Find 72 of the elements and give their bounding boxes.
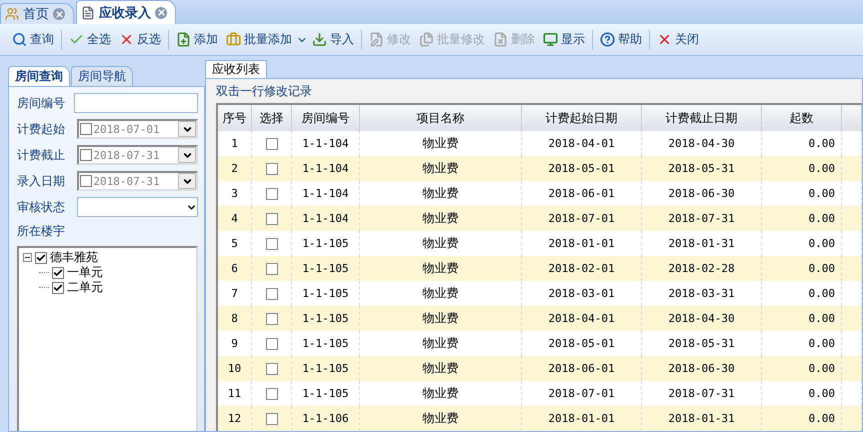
row-checkbox[interactable]	[266, 312, 278, 324]
toolbar-button[interactable]: 批量添加	[222, 29, 296, 50]
cross-icon	[119, 32, 134, 47]
input-field[interactable]	[74, 93, 198, 113]
tree-item[interactable]: 二单元	[67, 279, 103, 296]
table-cell: 0.00	[762, 406, 842, 431]
toolbar-button[interactable]: 关闭	[653, 29, 703, 50]
toolbar-button[interactable]: 显示	[539, 29, 589, 50]
row-checkbox[interactable]	[266, 238, 278, 250]
select-field[interactable]	[77, 197, 198, 217]
document-icon	[81, 6, 95, 20]
table-cell: 1-1-106	[292, 406, 360, 431]
users-icon	[5, 7, 19, 21]
tab[interactable]: 应收录入	[76, 0, 176, 24]
toolbar-button[interactable]: 添加	[172, 29, 222, 50]
field-label: 所在楼宇	[17, 223, 66, 240]
row-checkbox[interactable]	[266, 212, 278, 224]
tab[interactable]: 房间查询	[8, 66, 70, 86]
row-checkbox[interactable]	[266, 412, 278, 424]
table-cell: 12	[218, 406, 252, 431]
delete-document-icon	[493, 32, 508, 47]
date-checkbox[interactable]	[80, 123, 92, 135]
hint-text: 双击一行修改记录	[216, 83, 313, 100]
toolbar-button[interactable]: 查询	[8, 29, 58, 50]
tree-checkbox[interactable]	[35, 252, 47, 264]
table-cell: 2018-01-01	[522, 406, 642, 431]
row-checkbox[interactable]	[266, 362, 278, 374]
toolbar-button[interactable]: 帮助	[596, 29, 646, 50]
toolbar-button[interactable]: 导入	[308, 29, 358, 50]
row-checkbox[interactable]	[266, 288, 278, 300]
toolbar-button[interactable]: 反选	[115, 29, 165, 50]
date-field[interactable]: 2018-07-31	[77, 171, 198, 191]
row-checkbox[interactable]	[266, 188, 278, 200]
date-checkbox[interactable]	[80, 175, 92, 187]
search-icon	[12, 32, 27, 47]
collapse-icon[interactable]	[23, 253, 32, 262]
add-document-icon	[176, 32, 191, 47]
field-label: 计费截止	[17, 146, 66, 164]
date-field[interactable]: 2018-07-01	[77, 119, 198, 139]
table-cell: 2018-01-31	[642, 406, 762, 431]
tree-checkbox[interactable]	[52, 282, 64, 294]
tree-checkbox[interactable]	[52, 266, 64, 278]
field-label: 审核状态	[17, 198, 66, 216]
dropdown-icon[interactable]	[178, 147, 196, 163]
monitor-icon	[543, 32, 558, 47]
tree-item[interactable]: 一单元	[67, 264, 103, 281]
field-label: 录入日期	[17, 172, 66, 190]
download-icon	[312, 32, 327, 47]
row-checkbox[interactable]	[266, 388, 278, 400]
row-checkbox[interactable]	[266, 162, 278, 174]
help-icon	[600, 32, 615, 47]
close-icon	[657, 32, 672, 47]
close-icon[interactable]	[155, 6, 167, 18]
tab[interactable]: 应收列表	[205, 60, 267, 78]
table-cell: 物业费	[360, 406, 522, 431]
toolbar-button[interactable]: 全选	[65, 29, 115, 50]
dropdown-icon[interactable]	[178, 121, 196, 137]
close-icon[interactable]	[53, 8, 65, 20]
date-field[interactable]: 2018-07-31	[77, 145, 198, 165]
field-label: 计费起始	[17, 120, 66, 138]
row-checkbox[interactable]	[266, 262, 278, 274]
tab[interactable]: 房间导航	[71, 66, 133, 86]
row-checkbox[interactable]	[266, 138, 278, 150]
briefcase-icon	[226, 32, 241, 47]
tab[interactable]: 首页	[0, 3, 74, 24]
dropdown-icon[interactable]	[178, 173, 196, 189]
copy-icon	[419, 32, 434, 47]
date-checkbox[interactable]	[80, 149, 92, 161]
field-label: 房间编号	[17, 94, 66, 112]
edit-icon	[369, 32, 384, 47]
tree-item[interactable]: 德丰雅苑	[50, 249, 98, 266]
row-checkbox[interactable]	[266, 338, 278, 350]
